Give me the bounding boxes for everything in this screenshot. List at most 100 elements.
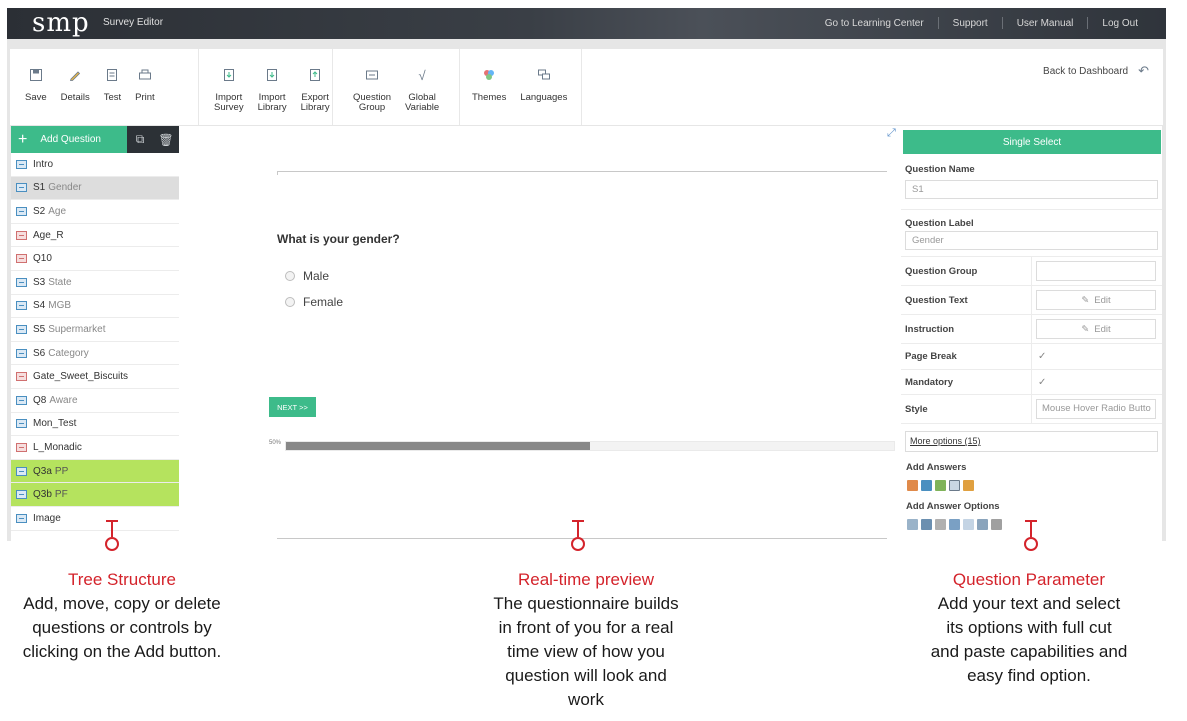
- languages-icon: [536, 67, 552, 83]
- mandatory-checkbox[interactable]: ✓: [1038, 377, 1046, 388]
- next-button[interactable]: NEXT >>: [269, 397, 316, 417]
- question-group-select[interactable]: [1036, 261, 1156, 281]
- tree-list: Intro S1 Gender S2 Age Age_R Q10 S3 State S4 MGB S5…: [11, 153, 179, 531]
- callout-body: Add your text and select its options wit…: [930, 594, 1128, 685]
- instruction-key: Instruction: [905, 323, 955, 335]
- delete-button[interactable]: 🗑: [153, 126, 179, 153]
- tree-item[interactable]: S4 MGB: [11, 295, 179, 319]
- question-text-value: ✎ Edit: [1031, 286, 1156, 314]
- radio-button[interactable]: [285, 271, 295, 281]
- save-button[interactable]: Save: [25, 67, 47, 103]
- tree-item[interactable]: Intro: [11, 153, 179, 177]
- tree-item[interactable]: S2 Age: [11, 200, 179, 224]
- tree-item-code: Mon_Test: [33, 418, 77, 430]
- tree-item-code: S6: [33, 347, 46, 359]
- question-label-section: Question Label Gender: [901, 209, 1162, 250]
- tree-item[interactable]: L_Monadic: [11, 436, 179, 460]
- tree-item[interactable]: Q3b PF: [11, 483, 179, 507]
- callout-question-parameter: Question Parameter Add your text and sel…: [904, 568, 1154, 688]
- answer-list-icon[interactable]: [907, 480, 918, 491]
- document-icon: [104, 67, 120, 83]
- style-select[interactable]: Mouse Hover Radio Butto: [1036, 399, 1156, 419]
- question-group-value: [1031, 257, 1156, 285]
- question-group-button[interactable]: Question Group: [353, 67, 391, 113]
- expand-icon[interactable]: ⤢: [887, 127, 899, 139]
- option-icon[interactable]: [963, 519, 974, 530]
- languages-button[interactable]: Languages: [520, 67, 567, 103]
- tree-item[interactable]: S5 Supermarket: [11, 318, 179, 342]
- global-variable-label: Global Variable: [405, 92, 440, 113]
- details-label: Details: [60, 92, 90, 103]
- tree-item[interactable]: S6 Category: [11, 342, 179, 366]
- support-link[interactable]: Support: [939, 18, 1002, 29]
- option-icon[interactable]: [907, 519, 918, 530]
- instruction-edit-button[interactable]: ✎ Edit: [1036, 319, 1156, 339]
- tree-item[interactable]: Image: [11, 507, 179, 531]
- question-label-input[interactable]: Gender: [905, 231, 1158, 250]
- answer-copy-icon[interactable]: [949, 480, 960, 491]
- param-row-style: Style Mouse Hover Radio Butto: [901, 395, 1162, 424]
- page-break-key: Page Break: [905, 351, 957, 362]
- question-type-icon: [16, 348, 27, 358]
- toolbar-group-file: Save Details Test Print: [10, 49, 199, 125]
- test-label: Test: [103, 92, 122, 103]
- tree-item[interactable]: Q3a PP: [11, 459, 179, 484]
- tree-item-label: Category: [48, 347, 89, 359]
- tree-item[interactable]: Gate_Sweet_Biscuits: [11, 365, 179, 389]
- logout-link[interactable]: Log Out: [1088, 18, 1152, 29]
- tree-item[interactable]: Mon_Test: [11, 413, 179, 437]
- option-female[interactable]: Female: [285, 295, 343, 309]
- question-name-input[interactable]: S1: [905, 180, 1158, 199]
- option-icon[interactable]: [921, 519, 932, 530]
- answer-import-icon[interactable]: [963, 480, 974, 491]
- question-type-icon: [16, 490, 27, 500]
- import-library-icon: [264, 67, 280, 83]
- print-label: Print: [135, 92, 155, 103]
- option-icon[interactable]: [949, 519, 960, 530]
- tree-item[interactable]: Q10: [11, 247, 179, 271]
- page-break-checkbox[interactable]: ✓: [1038, 351, 1046, 362]
- print-button[interactable]: Print: [135, 67, 155, 103]
- option-icon[interactable]: [977, 519, 988, 530]
- add-question-button[interactable]: + Add Question: [11, 126, 127, 153]
- export-library-button[interactable]: Export Library: [301, 67, 330, 113]
- pencil-icon: [67, 67, 83, 83]
- user-manual-link[interactable]: User Manual: [1003, 18, 1088, 29]
- callout-tree-structure: Tree Structure Add, move, copy or delete…: [2, 568, 242, 664]
- top-bar: smp Survey Editor Go to Learning Center …: [7, 8, 1166, 39]
- themes-button[interactable]: Themes: [472, 67, 506, 103]
- question-name-label: Question Name: [905, 164, 975, 175]
- question-type-icon: [16, 301, 27, 311]
- question-parameters: Single Select Question Name S1 Question …: [901, 126, 1162, 541]
- radio-button[interactable]: [285, 297, 295, 307]
- tree-item[interactable]: Q8 Aware: [11, 389, 179, 413]
- palette-icon: [481, 67, 497, 83]
- answer-grid-icon[interactable]: [921, 480, 932, 491]
- tree-item-code: Q3b: [33, 489, 52, 501]
- question-text-edit-button[interactable]: ✎ Edit: [1036, 290, 1156, 310]
- details-button[interactable]: Details: [61, 67, 90, 103]
- tree-item[interactable]: S1 Gender: [11, 176, 179, 201]
- option-male[interactable]: Male: [285, 269, 329, 283]
- question-type-icon: [16, 395, 27, 405]
- question-type-icon: [16, 183, 27, 193]
- back-to-dashboard-link[interactable]: Back to Dashboard ↶: [1043, 63, 1149, 79]
- answer-table-icon[interactable]: [935, 480, 946, 491]
- toolbar-group-appearance: Themes Languages: [460, 49, 582, 125]
- tree-item-code: S5: [33, 323, 46, 335]
- global-variable-button[interactable]: √ Global Variable: [405, 67, 439, 113]
- question-type-icon: [16, 206, 27, 216]
- question-type-icon: [16, 466, 27, 476]
- option-icon[interactable]: [991, 519, 1002, 530]
- learning-center-link[interactable]: Go to Learning Center: [811, 18, 938, 29]
- tree-item[interactable]: S3 State: [11, 271, 179, 295]
- import-library-button[interactable]: Import Library: [258, 67, 287, 113]
- import-survey-button[interactable]: Import Survey: [214, 67, 244, 113]
- export-library-icon: [307, 67, 323, 83]
- save-label: Save: [25, 92, 47, 103]
- copy-button[interactable]: ⧉: [127, 126, 153, 153]
- option-icon[interactable]: [935, 519, 946, 530]
- more-options-link[interactable]: More options (15): [905, 431, 1158, 452]
- test-button[interactable]: Test: [104, 67, 121, 103]
- tree-item[interactable]: Age_R: [11, 224, 179, 248]
